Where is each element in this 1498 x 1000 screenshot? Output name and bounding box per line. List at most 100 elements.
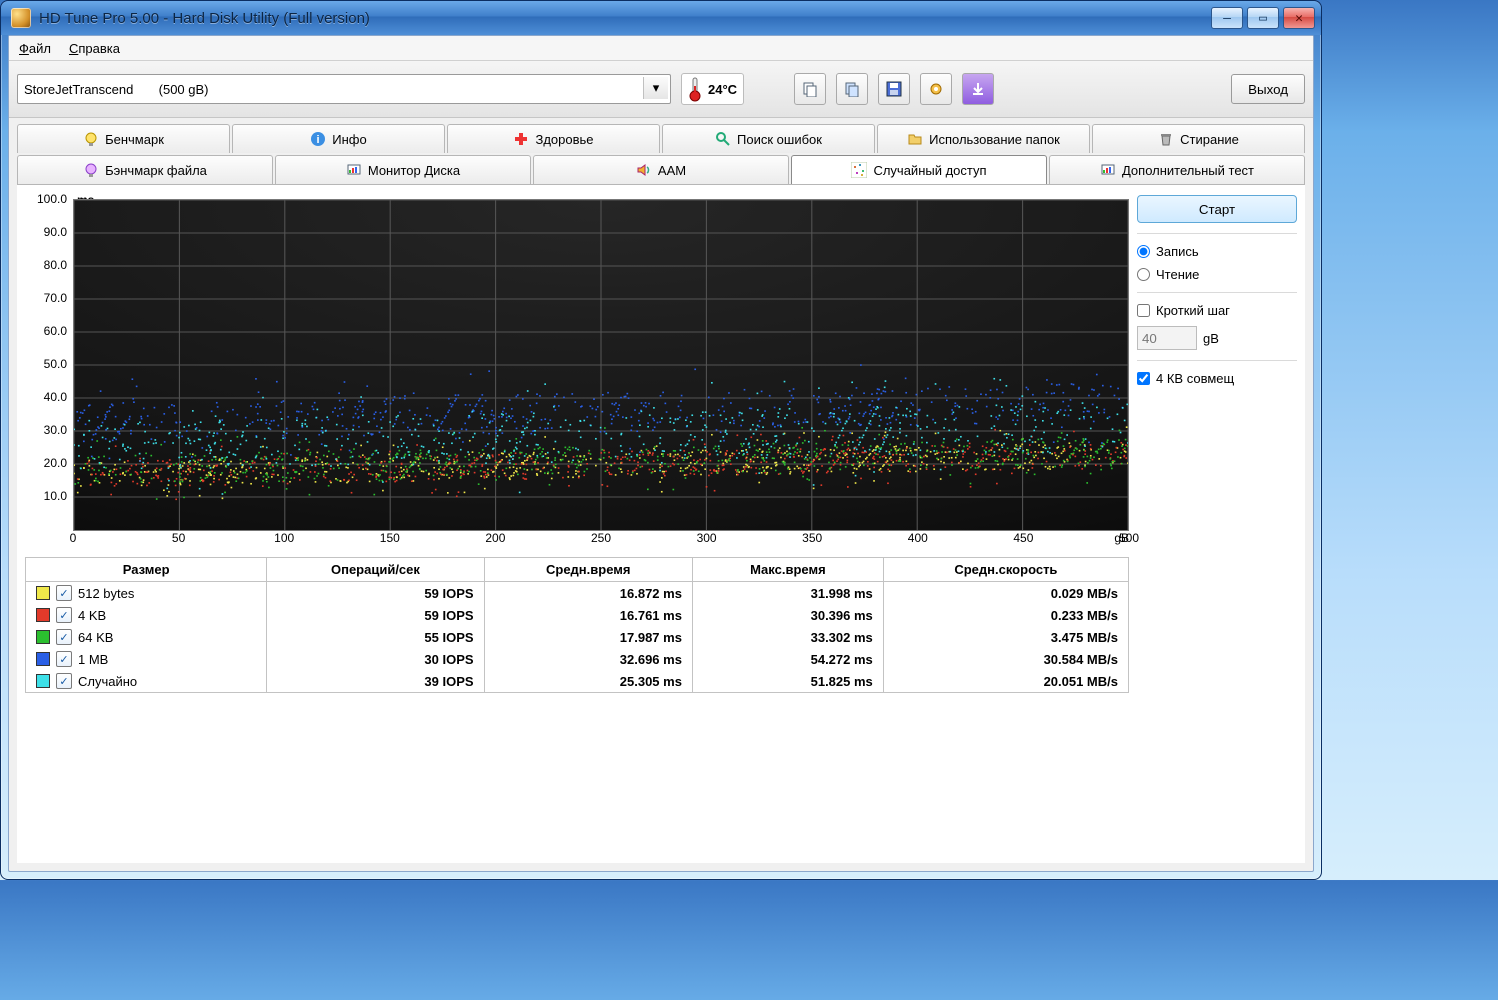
cell-avg: 25.305 ms	[484, 670, 692, 693]
row-checkbox[interactable]: ✓	[56, 651, 72, 667]
copy-text-button[interactable]	[794, 73, 826, 105]
table-row: ✓64 KB55 IOPS17.987 ms33.302 ms3.475 MB/…	[26, 626, 1129, 648]
tab-дополнительный-тест[interactable]: Дополнительный тест	[1049, 155, 1305, 184]
sound-icon	[636, 162, 652, 178]
menu-help[interactable]: Справка	[69, 41, 120, 56]
row-checkbox[interactable]: ✓	[56, 673, 72, 689]
table-header-row: РазмерОпераций/секСредн.времяМакс.времяС…	[26, 558, 1129, 582]
row-size-label: Случайно	[78, 674, 137, 689]
svg-text:i: i	[317, 134, 320, 146]
check-short-step-input[interactable]	[1137, 304, 1150, 317]
app-window: HD Tune Pro 5.00 - Hard Disk Utility (Fu…	[0, 0, 1322, 880]
save-button[interactable]	[878, 73, 910, 105]
titlebar[interactable]: HD Tune Pro 5.00 - Hard Disk Utility (Fu…	[1, 1, 1321, 35]
radio-read[interactable]: Чтение	[1137, 267, 1297, 282]
menubar: Файл Справка	[9, 36, 1313, 61]
row-size-label: 64 KB	[78, 630, 113, 645]
cell-avg: 16.872 ms	[484, 582, 692, 605]
tab-использование-папок[interactable]: Использование папок	[877, 124, 1090, 153]
thermometer-icon	[688, 76, 702, 102]
cell-speed: 0.029 MB/s	[883, 582, 1128, 605]
cell-speed: 0.233 MB/s	[883, 604, 1128, 626]
tab-поиск-ошибок[interactable]: Поиск ошибок	[662, 124, 875, 153]
row-checkbox[interactable]: ✓	[56, 585, 72, 601]
color-swatch	[36, 652, 50, 666]
table-row: ✓1 MB30 IOPS32.696 ms54.272 ms30.584 MB/…	[26, 648, 1129, 670]
col-header: Операций/сек	[267, 558, 484, 582]
start-button[interactable]: Старт	[1137, 195, 1297, 223]
monitor-icon	[346, 162, 362, 178]
chart-plot	[73, 199, 1129, 531]
tab-бенчмарк[interactable]: Бенчмарк	[17, 124, 230, 153]
check-4kb-align-label: 4 КВ совмещ	[1156, 371, 1234, 386]
check-4kb-align[interactable]: 4 КВ совмещ	[1137, 371, 1297, 386]
cell-iops: 39 IOPS	[267, 670, 484, 693]
folder-icon	[907, 131, 923, 147]
check-4kb-align-input[interactable]	[1137, 372, 1150, 385]
tab-случайный-доступ[interactable]: Случайный доступ	[791, 155, 1047, 184]
bulb2-icon	[83, 162, 99, 178]
radio-write[interactable]: Запись	[1137, 244, 1297, 259]
cell-iops: 59 IOPS	[267, 582, 484, 605]
chart-x-unit: gB	[1114, 531, 1129, 545]
close-button[interactable]: ✕	[1283, 7, 1315, 29]
minimize-button[interactable]: —	[1211, 7, 1243, 29]
download-button[interactable]	[962, 73, 994, 105]
tab-label: Бенчмарк	[105, 132, 164, 147]
tab-здоровье[interactable]: Здоровье	[447, 124, 660, 153]
tab-label: Здоровье	[535, 132, 593, 147]
step-size-input[interactable]	[1137, 326, 1197, 350]
check-short-step[interactable]: Кроткий шаг	[1137, 303, 1297, 318]
table-row: ✓ 4 KB 59 IOPS16.761 ms30.396 ms0.233 MB/s	[26, 604, 1129, 626]
tab-label: ААМ	[658, 163, 686, 178]
options-button[interactable]	[920, 73, 952, 105]
color-swatch	[36, 608, 50, 622]
row-checkbox[interactable]: ✓	[56, 607, 72, 623]
color-swatch	[36, 586, 50, 600]
col-header: Средн.скорость	[883, 558, 1128, 582]
tab-стирание[interactable]: Стирание	[1092, 124, 1305, 153]
tab-label: Стирание	[1180, 132, 1239, 147]
monitor-icon	[1100, 162, 1116, 178]
tab-label: Инфо	[332, 132, 366, 147]
tabs-row-1: Бенчмарк i Инфо Здоровье Поиск ошибокИспольз…	[17, 124, 1305, 153]
exit-button[interactable]: Выход	[1231, 74, 1305, 104]
row-size-label: 4 KB	[78, 608, 106, 623]
drive-select[interactable]: StoreJetTranscend (500 gB) ▾	[17, 74, 671, 104]
tab-аам[interactable]: ААМ	[533, 155, 789, 184]
info-icon: i	[310, 131, 326, 147]
color-swatch	[36, 674, 50, 688]
radio-read-input[interactable]	[1137, 268, 1150, 281]
row-size-label: 512 bytes	[78, 586, 134, 601]
tab-инфо[interactable]: i Инфо	[232, 124, 445, 153]
copy-screenshot-button[interactable]	[836, 73, 868, 105]
row-checkbox[interactable]: ✓	[56, 629, 72, 645]
tabs-row-2: Бэнчмарк файла Монитор Диска ААМ Случайный …	[17, 155, 1305, 184]
cell-avg: 16.761 ms	[484, 604, 692, 626]
cell-max: 30.396 ms	[692, 604, 883, 626]
tab-label: Монитор Диска	[368, 163, 460, 178]
table-row: ✓Случайно39 IOPS25.305 ms51.825 ms20.051…	[26, 670, 1129, 693]
row-size-label: 1 MB	[78, 652, 108, 667]
chevron-down-icon[interactable]: ▾	[643, 77, 668, 99]
window-title: HD Tune Pro 5.00 - Hard Disk Utility (Fu…	[39, 10, 1211, 27]
results-table: РазмерОпераций/секСредн.времяМакс.времяС…	[25, 557, 1129, 693]
tab-монитор-диска[interactable]: Монитор Диска	[275, 155, 531, 184]
maximize-button[interactable]: ▭	[1247, 7, 1279, 29]
tab-label: Случайный доступ	[873, 163, 986, 178]
cell-iops: 59 IOPS	[267, 604, 484, 626]
step-size-unit: gB	[1203, 331, 1219, 346]
tab-content: ms 10.020.030.040.050.060.070.080.090.01…	[17, 184, 1305, 863]
chart-y-axis: 10.020.030.040.050.060.070.080.090.0100.…	[25, 193, 71, 533]
cell-max: 31.998 ms	[692, 582, 883, 605]
tab-бэнчмарк-файла[interactable]: Бэнчмарк файла	[17, 155, 273, 184]
tab-label: Бэнчмарк файла	[105, 163, 207, 178]
cell-iops: 30 IOPS	[267, 648, 484, 670]
toolbar: StoreJetTranscend (500 gB) ▾ 24°C Выход	[9, 61, 1313, 118]
cell-max: 51.825 ms	[692, 670, 883, 693]
step-size-stepper[interactable]: gB	[1137, 326, 1297, 350]
cell-speed: 3.475 MB/s	[883, 626, 1128, 648]
search-icon	[715, 131, 731, 147]
menu-file[interactable]: Файл	[19, 41, 51, 56]
radio-write-input[interactable]	[1137, 245, 1150, 258]
